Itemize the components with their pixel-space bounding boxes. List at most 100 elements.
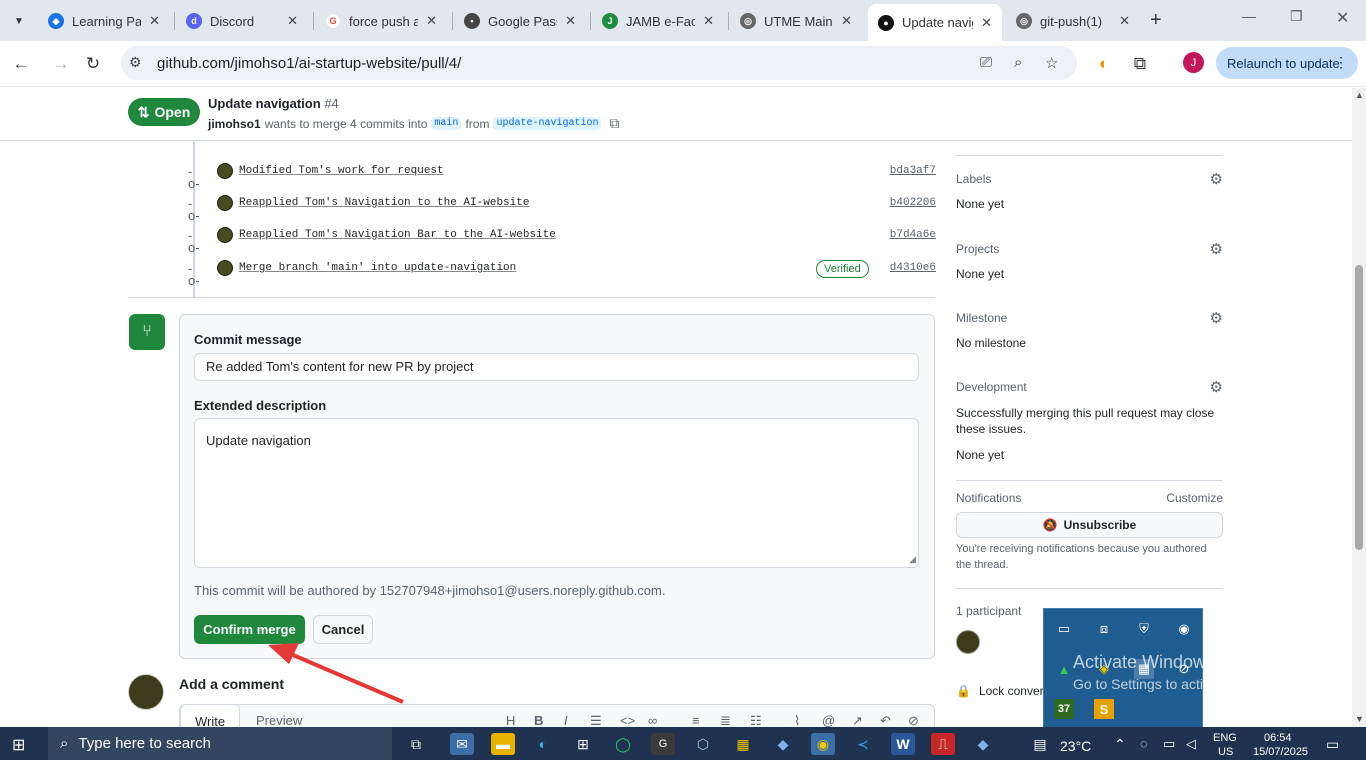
task-view-icon[interactable]: ⧉ <box>404 733 428 755</box>
profile-avatar[interactable]: J <box>1183 52 1204 73</box>
italic-icon[interactable]: I <box>564 713 568 727</box>
tray-badge[interactable]: 37 <box>1054 699 1074 719</box>
edge-icon[interactable]: ◐ <box>531 733 555 755</box>
windows-start-icon[interactable]: ⊞ <box>12 735 25 755</box>
relaunch-button[interactable]: Relaunch to update ⋮ <box>1216 47 1358 79</box>
link-icon[interactable]: ∞ <box>648 713 657 727</box>
lang-top[interactable]: ENG <box>1213 732 1237 744</box>
close-tab-icon[interactable]: ✕ <box>426 13 437 29</box>
bookmark-star-icon[interactable]: ☆ <box>1045 54 1058 72</box>
mention-icon[interactable]: @ <box>822 713 835 727</box>
close-window-icon[interactable]: ✕ <box>1336 8 1349 28</box>
scroll-up-icon[interactable]: ▲ <box>1355 90 1364 100</box>
tab-learning-path[interactable]: ◆ Learning Pat ✕ <box>38 6 170 36</box>
ordered-list-icon[interactable]: ≡ <box>692 713 700 727</box>
minimize-icon[interactable]: — <box>1242 8 1256 24</box>
cross-reference-icon[interactable]: ↗ <box>852 713 863 727</box>
tab-google-passwords[interactable]: • Google Pass ✕ <box>454 6 586 36</box>
avatar[interactable] <box>217 163 233 179</box>
word-icon[interactable]: W <box>891 733 915 755</box>
slash-command-icon[interactable]: ⊘ <box>908 713 919 727</box>
development-gear-icon[interactable]: ⚙ <box>1210 378 1223 396</box>
avatar[interactable] <box>217 260 233 276</box>
attach-icon[interactable]: ⌇ <box>794 713 800 727</box>
close-tab-icon[interactable]: ✕ <box>1119 13 1130 29</box>
chevron-up-icon[interactable]: ⌃ <box>1114 736 1126 753</box>
address-bar[interactable]: ⚙ github.com/jimohso1/ai-startup-website… <box>121 46 1077 80</box>
temperature[interactable]: 23°C <box>1060 738 1091 754</box>
mail-icon[interactable]: ✉ <box>450 733 474 755</box>
customize-link[interactable]: Customize <box>1166 491 1223 505</box>
more-menu-icon[interactable]: ⋮ <box>1334 54 1348 71</box>
verified-badge[interactable]: Verified <box>816 260 869 278</box>
lock-conversation-link[interactable]: 🔒 Lock conversa <box>956 684 1056 698</box>
tab-preview[interactable]: Preview <box>256 713 302 727</box>
scroll-down-icon[interactable]: ▼ <box>1355 714 1364 724</box>
resize-handle-icon[interactable]: ◢ <box>909 554 916 565</box>
meet-now-icon[interactable]: ⧈ <box>1094 619 1114 639</box>
close-tab-icon[interactable]: ✕ <box>981 15 992 31</box>
tab-update-navigation[interactable]: ● Update navig ✕ <box>868 4 1002 41</box>
clock-time[interactable]: 06:54 <box>1264 732 1292 744</box>
network-icon[interactable]: ◌ <box>1140 736 1148 751</box>
forward-icon[interactable]: → <box>48 51 74 77</box>
milestone-gear-icon[interactable]: ⚙ <box>1210 309 1223 327</box>
code-icon[interactable]: <> <box>620 713 635 727</box>
back-icon[interactable]: ← <box>8 51 34 77</box>
labels-gear-icon[interactable]: ⚙ <box>1210 170 1223 188</box>
saved-reply-icon[interactable]: ↶ <box>880 713 891 727</box>
avatar[interactable] <box>956 630 980 654</box>
taskbar-search[interactable]: ⌕ Type here to search <box>48 727 392 760</box>
tab-write[interactable]: Write <box>180 704 241 727</box>
clock-date[interactable]: 15/07/2025 <box>1253 746 1308 758</box>
vscode-icon[interactable]: ≺ <box>851 733 875 755</box>
git-gui-icon[interactable]: ◆ <box>771 733 795 755</box>
weather-icon[interactable]: ▤ <box>1028 733 1052 755</box>
notification-center-icon[interactable]: ▭ <box>1326 736 1339 753</box>
battery-icon[interactable]: ▭ <box>1163 736 1175 752</box>
chrome-icon[interactable]: ◉ <box>811 733 835 755</box>
unordered-list-icon[interactable]: ≣ <box>720 713 731 727</box>
projects-gear-icon[interactable]: ⚙ <box>1210 240 1223 258</box>
pr-author[interactable]: jimohso1 <box>208 117 261 131</box>
reload-icon[interactable]: ↻ <box>80 51 106 77</box>
s-app-icon[interactable]: S <box>1094 699 1114 719</box>
search-tool-icon[interactable]: ◉ <box>1174 619 1194 639</box>
tab-git-push[interactable]: ◎ git-push(1) ✕ <box>1006 6 1140 36</box>
tab-force-push[interactable]: G force push a ✕ <box>315 6 447 36</box>
monitor-icon[interactable]: ▭ <box>1054 619 1074 639</box>
task-list-icon[interactable]: ☷ <box>750 713 762 727</box>
tiles-app-icon[interactable]: ▦ <box>731 733 755 755</box>
unsubscribe-button[interactable]: 🔕 Unsubscribe <box>956 512 1223 538</box>
security-shield-icon[interactable]: ⛨ <box>1134 619 1154 639</box>
zoom-icon[interactable]: ⌕ <box>1014 54 1022 71</box>
pdf-reader-icon[interactable]: ⎍ <box>931 733 955 755</box>
scrollbar-thumb[interactable] <box>1355 265 1363 550</box>
site-info-icon[interactable]: ⚙ <box>129 54 142 71</box>
head-branch[interactable]: update-navigation <box>493 117 602 130</box>
restore-icon[interactable]: ❐ <box>1290 8 1303 25</box>
copy-icon[interactable]: ⧉ <box>609 115 619 132</box>
close-tab-icon[interactable]: ✕ <box>703 13 714 29</box>
whatsapp-icon[interactable]: ◯ <box>611 733 635 755</box>
drive-icon[interactable]: ▲ <box>1054 659 1074 679</box>
close-tab-icon[interactable]: ✕ <box>841 13 852 29</box>
avatar[interactable] <box>128 674 164 710</box>
close-tab-icon[interactable]: ✕ <box>565 13 576 29</box>
quote-icon[interactable]: ☰ <box>590 713 602 727</box>
cancel-button[interactable]: Cancel <box>313 615 373 644</box>
tab-search-chevron-icon[interactable]: ▼ <box>6 8 32 34</box>
volume-icon[interactable]: ◁ <box>1186 736 1196 752</box>
page-scrollbar[interactable]: ▲ ▼ <box>1352 88 1366 727</box>
tab-discord[interactable]: d Discord ✕ <box>176 6 308 36</box>
virtualbox-icon[interactable]: ⬡ <box>691 733 715 755</box>
new-tab-icon[interactable]: + <box>1150 9 1162 32</box>
base-branch[interactable]: main <box>431 117 462 130</box>
url-text[interactable]: github.com/jimohso1/ai-startup-website/p… <box>157 55 461 72</box>
avatar[interactable] <box>217 227 233 243</box>
extensions-puzzle-icon[interactable]: ⧉ <box>1127 51 1153 77</box>
app-g-icon[interactable]: G <box>651 733 675 755</box>
pr-title[interactable]: Update navigation #4 <box>208 96 339 111</box>
file-explorer-icon[interactable]: ▬ <box>491 733 515 755</box>
avatar[interactable] <box>217 195 233 211</box>
